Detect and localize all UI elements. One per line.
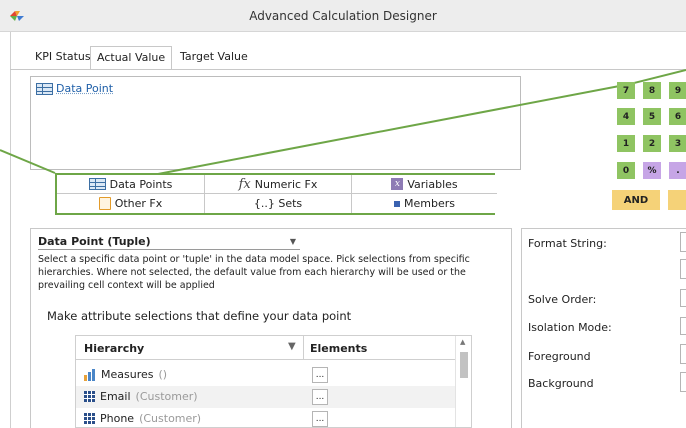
hierarchy-cell: Measures () [84,368,167,381]
data-point-description: Select a specific data point or 'tuple' … [38,253,506,292]
other-fx-button[interactable]: Other Fx [57,194,205,213]
hierarchy-column-header: Hierarchy [84,342,144,355]
table-row[interactable]: Email (Customer) ... [76,386,456,408]
format-string-extra-input[interactable] [680,259,686,279]
scroll-up-icon[interactable]: ▲ [460,338,465,346]
filter-icon[interactable]: ▼ [288,341,296,352]
title-bar: Advanced Calculation Designer [0,0,686,32]
column-divider [303,336,304,360]
grid-icon [84,413,95,424]
tab-kpi-status[interactable]: KPI Status [29,46,97,68]
key-2[interactable]: 2 [643,135,661,152]
hierarchy-qualifier: (Customer) [136,390,198,403]
data-point-type-value: Data Point (Tuple) [38,235,151,248]
document-icon [99,197,111,210]
sets-label: {..} Sets [254,197,302,210]
members-label: Members [404,197,455,210]
hierarchy-qualifier: () [158,368,167,381]
members-button[interactable]: Members [352,194,497,213]
table-icon [89,178,106,190]
insert-buttons-panel: Data Points fx Numeric Fx x Variables Ot… [55,173,495,215]
bar-chart-icon [84,369,96,381]
format-string-label: Format String: [528,237,607,250]
grid-icon [84,391,95,402]
numeric-fx-label: Numeric Fx [255,178,318,191]
and-button[interactable]: AND [612,190,660,210]
table-row[interactable]: Phone (Customer) ... [76,408,456,428]
tab-divider [10,69,686,70]
hierarchy-qualifier: (Customer) [139,412,201,425]
member-icon [394,201,400,207]
data-points-button[interactable]: Data Points [57,175,205,194]
background-label: Background [528,377,594,390]
key-percent[interactable]: % [643,162,661,179]
sets-button[interactable]: {..} Sets [205,194,352,213]
table-icon [36,83,53,95]
variables-button[interactable]: x Variables [352,175,497,194]
variable-icon: x [391,178,403,190]
hierarchy-name: Measures [101,368,153,381]
elements-picker-button[interactable]: ... [312,367,328,383]
window-title: Advanced Calculation Designer [0,9,686,23]
other-fx-label: Other Fx [115,197,163,210]
foreground-color-picker[interactable] [680,344,686,364]
key-9[interactable]: 9 [669,82,686,99]
or-button-partial[interactable] [668,190,686,210]
table-row[interactable]: Measures () ... [76,364,456,386]
key-5[interactable]: 5 [643,108,661,125]
scroll-thumb[interactable] [460,352,468,378]
foreground-label: Foreground [528,350,591,363]
key-8[interactable]: 8 [643,82,661,99]
hierarchy-name: Email [100,390,131,403]
elements-picker-button[interactable]: ... [312,411,328,427]
variables-label: Variables [407,178,457,191]
fx-icon: fx [239,177,251,192]
key-0[interactable]: 0 [617,162,635,179]
key-6[interactable]: 6 [669,108,686,125]
key-1[interactable]: 1 [617,135,635,152]
elements-picker-button[interactable]: ... [312,389,328,405]
key-4[interactable]: 4 [617,108,635,125]
data-point-type-select[interactable]: Data Point (Tuple) ▼ [38,234,300,250]
data-points-label: Data Points [110,178,173,191]
hierarchy-cell: Phone (Customer) [84,412,201,425]
key-3[interactable]: 3 [669,135,686,152]
solve-order-label: Solve Order: [528,293,596,306]
chevron-down-icon: ▼ [290,237,296,246]
background-color-picker[interactable] [680,372,686,392]
tab-target-value[interactable]: Target Value [174,46,254,68]
elements-column-header: Elements [310,342,367,355]
key-decimal[interactable]: . [669,162,686,179]
table-header: Hierarchy ▼ Elements [76,336,456,360]
hierarchy-name: Phone [100,412,134,425]
key-7[interactable]: 7 [617,82,635,99]
attribute-instruction: Make attribute selections that define yo… [47,309,351,323]
isolation-mode-select[interactable] [680,317,686,335]
formula-token-label: Data Point [56,82,113,95]
numeric-fx-button[interactable]: fx Numeric Fx [205,175,352,194]
table-scrollbar[interactable]: ▲ [455,336,471,428]
hierarchy-table: Hierarchy ▼ Elements Measures () ... Ema… [75,335,472,428]
isolation-mode-label: Isolation Mode: [528,321,612,334]
formula-token-data-point[interactable]: Data Point [36,80,113,97]
tab-actual-value[interactable]: Actual Value [90,46,172,70]
hierarchy-cell: Email (Customer) [84,390,198,403]
format-string-input[interactable] [680,232,686,252]
solve-order-input[interactable] [680,289,686,307]
